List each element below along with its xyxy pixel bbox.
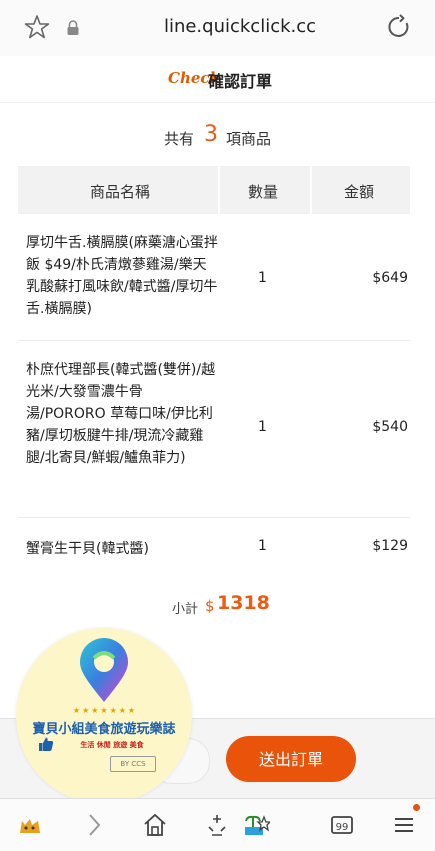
page-title: 確認訂單 — [208, 72, 273, 91]
item-qty: 1 — [258, 270, 267, 286]
forward-arrow-icon[interactable] — [80, 811, 108, 839]
blog-signature: BY CCS — [110, 756, 156, 772]
sparkle-icon[interactable] — [203, 811, 231, 839]
rating-stars: ★★★★★★★ — [72, 706, 138, 715]
item-name: 厚切牛舌.橫膈膜(麻藥溏心蛋拌飯 $49/朴氏清燉蔘雞湯/樂天 乳酸蘇打風味飲/… — [26, 235, 218, 317]
reload-icon[interactable] — [386, 14, 412, 40]
svg-text:99: 99 — [336, 822, 349, 833]
browser-toolbar: line.quickclick.cc — [0, 0, 435, 57]
subtotal-label: 小計 — [172, 602, 199, 617]
item-count: 共有 3 項商品 — [0, 120, 435, 152]
subtotal-value: 1318 — [217, 592, 270, 614]
item-amount: $649 — [372, 270, 408, 286]
item-name: 朴庶代理部長(韓式醬(雙併)/越光米/大發雪濃牛骨湯/PORORO 草莓口味/伊… — [26, 362, 216, 466]
blog-tags: 生活 休閒 旅遊 美食 — [80, 741, 144, 749]
item-count-prefix: 共有 — [164, 130, 195, 148]
beach-bookmark-icon[interactable] — [242, 811, 270, 839]
table-row: 蟹膏生干貝(韓式醬) 1 $129 — [18, 518, 410, 578]
item-qty: 1 — [258, 538, 267, 554]
item-count-number: 3 — [204, 122, 218, 147]
order-table: 商品名稱 數量 金額 厚切牛舌.橫膈膜(麻藥溏心蛋拌飯 $49/朴氏清燉蔘雞湯/… — [18, 166, 410, 578]
item-qty: 1 — [258, 419, 267, 435]
item-name: 蟹膏生干貝(韓式醬) — [26, 541, 149, 557]
lock-icon — [67, 20, 79, 35]
browser-bottom-nav: 99 — [0, 798, 435, 851]
submit-order-button[interactable]: 送出訂單 — [226, 736, 356, 782]
star-icon[interactable] — [24, 14, 50, 40]
item-amount: $540 — [372, 419, 408, 435]
subtotal: 小計 $ 1318 — [0, 592, 435, 622]
item-count-suffix: 項商品 — [226, 130, 272, 148]
blog-watermark: ★★★★★★★ 寶貝小組美食旅遊玩樂誌 生活 休閒 旅遊 美食 BY CCS — [16, 628, 192, 804]
blog-name: 寶貝小組美食旅遊玩樂誌 — [32, 722, 176, 737]
map-pin-logo-icon — [80, 638, 128, 702]
table-header: 商品名稱 數量 金額 — [18, 166, 410, 214]
thumbs-up-icon — [39, 737, 54, 751]
subtotal-currency: $ — [205, 597, 215, 615]
tab-counter-icon[interactable]: 99 — [328, 811, 356, 839]
menu-icon[interactable] — [390, 811, 418, 839]
notification-dot — [413, 804, 420, 811]
page-header: Check 確認訂單 — [0, 56, 435, 103]
column-header-name: 商品名稱 — [90, 183, 151, 201]
table-row: 厚切牛舌.橫膈膜(麻藥溏心蛋拌飯 $49/朴氏清燉蔘雞湯/樂天 乳酸蘇打風味飲/… — [18, 214, 410, 341]
home-icon[interactable] — [141, 811, 169, 839]
column-header-amount: 金額 — [344, 183, 375, 201]
url-bar[interactable]: line.quickclick.cc — [120, 16, 360, 37]
table-row: 朴庶代理部長(韓式醬(雙併)/越光米/大發雪濃牛骨湯/PORORO 草莓口味/伊… — [18, 341, 410, 518]
item-amount: $129 — [372, 538, 408, 554]
column-header-qty: 數量 — [248, 183, 279, 201]
cat-app-icon[interactable] — [16, 811, 44, 839]
